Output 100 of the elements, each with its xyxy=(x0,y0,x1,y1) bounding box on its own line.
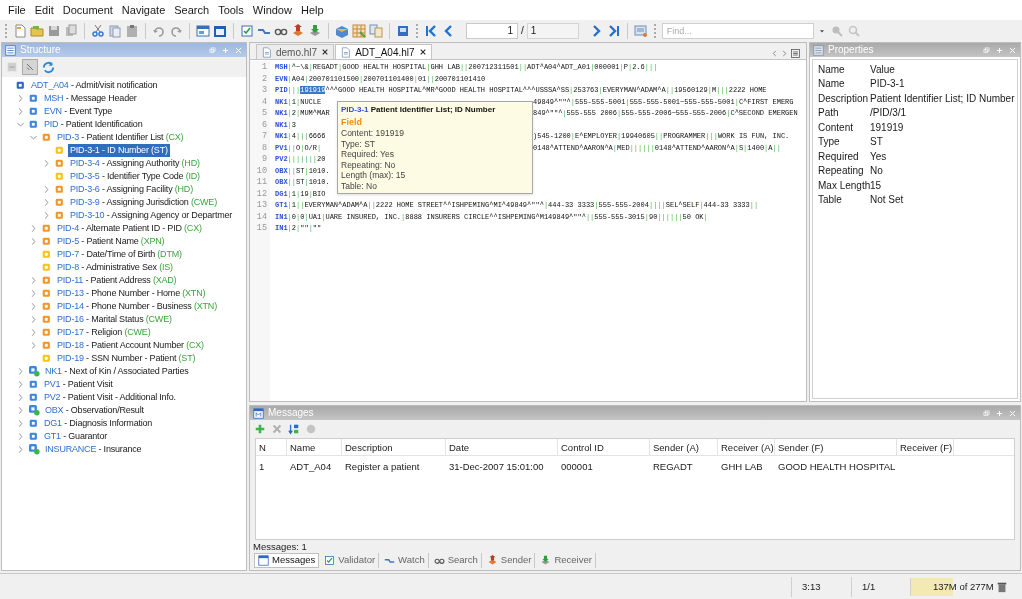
new-file-icon[interactable] xyxy=(13,23,27,38)
tree-item[interactable]: PID-3-4 - Assigning Authority (HD) xyxy=(68,157,202,170)
column-header[interactable]: Sender (A) xyxy=(650,439,718,456)
pin-icon[interactable] xyxy=(221,45,230,55)
tree-item[interactable]: PID-16 - Marital Status (CWE) xyxy=(55,313,174,326)
expand-chevron-icon[interactable] xyxy=(42,198,51,207)
pin-icon[interactable] xyxy=(995,45,1004,55)
tree-item[interactable]: NK1 - Next of Kin / Associated Parties xyxy=(43,365,191,378)
close-icon[interactable] xyxy=(321,48,330,56)
column-header[interactable]: Name xyxy=(287,439,342,456)
menu-item[interactable]: Navigate xyxy=(117,0,170,20)
tree-item[interactable]: PID-3-1 - ID Number (ST) xyxy=(68,144,170,157)
trash-icon[interactable] xyxy=(996,580,1008,593)
bottom-tab[interactable]: Messages xyxy=(254,553,320,568)
checklist-icon[interactable] xyxy=(240,23,254,38)
column-header[interactable]: Value xyxy=(870,61,895,77)
expand-chevron-icon[interactable] xyxy=(16,94,25,103)
column-header[interactable]: Sender (F) xyxy=(775,439,897,456)
refresh-icon[interactable] xyxy=(42,60,55,74)
tree-item[interactable]: PID-19 - SSN Number - Patient (ST) xyxy=(55,352,198,365)
tree-item[interactable]: ADT_A04 - Admit/visit notification xyxy=(29,79,160,92)
delete-icon[interactable] xyxy=(271,423,283,435)
restore-icon[interactable] xyxy=(982,408,991,418)
window-icon[interactable] xyxy=(196,23,210,38)
tree-item[interactable]: PID-4 - Alternate Patient ID - PID (CX) xyxy=(55,222,204,235)
expand-chevron-icon[interactable] xyxy=(42,185,51,194)
expand-chevron-icon[interactable] xyxy=(16,107,25,116)
bottom-tab[interactable]: Validator xyxy=(321,553,380,568)
expand-chevron-icon[interactable] xyxy=(29,289,38,298)
find-previous-icon[interactable] xyxy=(846,23,861,38)
expand-chevron-icon[interactable] xyxy=(16,393,25,402)
menu-item[interactable]: Edit xyxy=(30,0,58,20)
menu-item[interactable]: Document xyxy=(58,0,117,20)
collapse-chevron-icon[interactable] xyxy=(29,133,38,142)
scissors-icon[interactable] xyxy=(91,23,105,38)
collapse-chevron-icon[interactable] xyxy=(16,120,25,129)
tree-item[interactable]: PID-3-6 - Assigning Facility (HD) xyxy=(68,183,195,196)
compare-icon[interactable] xyxy=(369,23,383,38)
close-icon[interactable] xyxy=(418,48,427,56)
document-copy-icon[interactable] xyxy=(108,23,122,38)
column-header[interactable]: Control ID xyxy=(558,439,650,456)
column-header[interactable]: Receiver (F) xyxy=(897,439,954,456)
pin-icon[interactable] xyxy=(995,408,1004,418)
tree-item[interactable]: PV2 - Patient Visit - Additional Info. xyxy=(42,391,178,404)
column-header[interactable]: Date xyxy=(446,439,558,456)
screen-icon[interactable] xyxy=(633,23,648,38)
add-icon[interactable] xyxy=(254,423,266,435)
expand-chevron-icon[interactable] xyxy=(16,419,25,428)
upload-icon[interactable] xyxy=(291,23,305,38)
expand-chevron-icon[interactable] xyxy=(29,237,38,246)
bottom-tab[interactable]: Receiver xyxy=(537,553,596,568)
tree-item[interactable]: PV1 - Patient Visit xyxy=(42,378,115,391)
page-field[interactable]: 1 xyxy=(466,22,518,39)
folder-icon[interactable] xyxy=(30,23,44,38)
expand-chevron-icon[interactable] xyxy=(42,211,51,220)
expand-chevron-icon[interactable] xyxy=(16,432,25,441)
tree-item[interactable]: EVN - Event Type xyxy=(42,105,115,118)
tree-item[interactable]: PID-3-10 - Assigning Agency or Departmer xyxy=(68,209,235,222)
column-header[interactable]: Receiver (A) xyxy=(718,439,775,456)
tree-item[interactable]: GT1 - Guarantor xyxy=(42,430,110,443)
tree-item[interactable]: OBX - Observation/Result xyxy=(43,404,146,417)
tree-item[interactable]: PID-8 - Administrative Sex (IS) xyxy=(55,261,175,274)
copy-icon[interactable] xyxy=(64,23,78,38)
bottom-tab[interactable]: Search xyxy=(430,553,482,568)
sort-icon[interactable] xyxy=(288,423,300,435)
bottom-tab[interactable]: Sender xyxy=(483,553,536,568)
tab-list-icon[interactable] xyxy=(790,48,801,59)
menu-item[interactable]: Window xyxy=(248,0,296,20)
tree-item[interactable]: INSURANCE - Insurance xyxy=(43,443,144,456)
tree-item[interactable]: PID-7 - Date/Time of Birth (DTM) xyxy=(55,248,184,261)
find-field[interactable]: Find... xyxy=(661,22,814,39)
tree-item[interactable]: PID-13 - Phone Number - Home (XTN) xyxy=(55,287,208,300)
tree-item[interactable]: PID-3-9 - Assigning Jurisdiction (CWE) xyxy=(68,196,219,209)
expand-chevron-icon[interactable] xyxy=(16,445,25,454)
tree-item[interactable]: DG1 - Diagnosis Information xyxy=(42,417,155,430)
menu-item[interactable]: Help xyxy=(296,0,328,20)
editor-tab[interactable]: ADT_A04.hl7 xyxy=(335,44,432,59)
tree-item[interactable]: PID - Patient Identification xyxy=(42,118,145,131)
tree-item[interactable]: MSH - Message Header xyxy=(42,92,139,105)
grid-icon[interactable] xyxy=(352,23,366,38)
editor-tab[interactable]: demo.hl7 xyxy=(256,44,335,59)
expand-chevron-icon[interactable] xyxy=(16,367,25,376)
link-editor-toggle[interactable] xyxy=(22,59,38,75)
save-icon[interactable] xyxy=(47,23,61,38)
expand-chevron-icon[interactable] xyxy=(29,302,38,311)
restore-icon[interactable] xyxy=(208,45,217,55)
column-header[interactable]: N xyxy=(256,439,287,456)
scroll-right-icon[interactable] xyxy=(780,48,789,59)
tree-item[interactable]: PID-5 - Patient Name (XPN) xyxy=(55,235,167,248)
menu-item[interactable]: Search xyxy=(170,0,214,20)
expand-chevron-icon[interactable] xyxy=(29,315,38,324)
tree-item[interactable]: PID-11 - Patient Address (XAD) xyxy=(55,274,179,287)
expand-chevron-icon[interactable] xyxy=(29,224,38,233)
scroll-left-icon[interactable] xyxy=(770,48,779,59)
menu-item[interactable]: Tools xyxy=(214,0,248,20)
first-page-icon[interactable] xyxy=(424,23,438,38)
tree-item[interactable]: PID-17 - Religion (CWE) xyxy=(55,326,153,339)
tree-item[interactable]: PID-14 - Phone Number - Business (XTN) xyxy=(55,300,219,313)
expand-chevron-icon[interactable] xyxy=(16,380,25,389)
memory-meter[interactable]: 137M of 277M xyxy=(910,577,996,596)
